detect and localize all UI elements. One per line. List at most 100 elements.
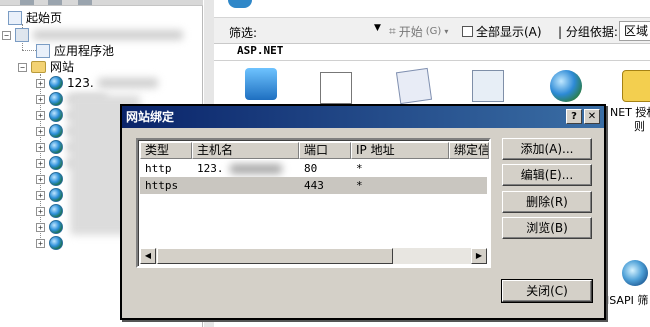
cell-port: 80 [304,162,318,175]
browse-button[interactable]: 浏览(B) [502,217,592,239]
expand-icon[interactable]: + [36,206,45,216]
globe-icon [49,140,63,154]
net-authorization-icon[interactable] [622,70,650,102]
cell-port: 443 [304,179,324,192]
tree-item-label: 应用程序池 [54,44,115,58]
globe-icon [49,172,63,186]
app-pool-icon [36,44,50,58]
expand-icon[interactable]: + [36,94,45,104]
scroll-right-button[interactable]: ▶ [471,248,487,264]
tree-item-site[interactable]: + [36,187,63,203]
expand-icon[interactable]: + [36,78,45,88]
column-type[interactable]: 类型 [140,142,192,159]
folder-icon[interactable] [48,0,62,5]
column-binding-info[interactable]: 绑定信 [449,142,489,159]
help-button[interactable]: ? [566,109,582,124]
net-compilation-icon[interactable] [245,68,277,100]
start-page-icon [8,11,22,25]
site-bindings-dialog: 网站绑定 ? ✕ 类型 主机名 端口 IP 地址 绑定信 http 123. 8… [120,104,606,320]
scroll-left-button[interactable]: ◀ [140,248,156,264]
feature-header [214,0,650,12]
show-all-button[interactable]: 全部显示(A) [462,23,542,40]
tree-toolbar [0,0,203,6]
section-title: ASP.NET [237,44,284,57]
close-button[interactable]: 关闭(C) [501,279,593,303]
globe-icon [49,236,63,250]
cell-ip: * [356,162,363,175]
start-filter-button[interactable]: ⌗ 开始 (G) ▾ [389,23,448,40]
section-divider [214,60,650,61]
collapse-icon[interactable]: − [18,62,27,72]
add-button[interactable]: 添加(A)... [502,138,592,160]
close-icon[interactable]: ✕ [584,109,600,124]
globe-icon [49,156,63,170]
tree-item-server[interactable]: − [2,27,183,43]
site-name-redacted [97,78,158,88]
cell-host: 123. [192,160,299,177]
tree-item-sites[interactable]: − 网站 [18,59,74,75]
remove-button[interactable]: 删除(R) [502,191,592,213]
expand-icon[interactable]: + [36,142,45,152]
expand-icon[interactable]: + [36,126,45,136]
binoculars-icon: ⌗ [389,24,396,38]
save-icon[interactable] [20,0,34,5]
cell-ip: * [356,179,363,192]
collapse-icon[interactable]: − [2,30,11,40]
dialog-title: 网站绑定 [126,110,175,124]
net-roles-icon[interactable] [550,70,582,102]
globe-icon [49,204,63,218]
isapi-filters-icon[interactable] [622,260,648,286]
group-by-select[interactable]: 区域 [619,21,650,41]
start-label: 开始 [398,25,423,39]
edit-button[interactable]: 编辑(E)... [502,164,592,186]
globe-icon [49,92,63,106]
tree-item-app-pools[interactable]: 应用程序池 [36,43,114,59]
chevron-down-icon[interactable]: ▼ [374,23,381,33]
table-row[interactable]: http 123. 80 * [140,160,449,177]
chevron-down-icon[interactable]: ▾ [444,27,448,36]
filter-label: 筛选: [229,26,258,40]
tree-item-site[interactable]: + 123. [36,75,158,91]
error-pages-icon[interactable] [320,72,352,104]
globe-icon [49,124,63,138]
column-ip[interactable]: IP 地址 [351,142,449,159]
expand-icon[interactable]: + [36,158,45,168]
expand-icon[interactable]: + [36,190,45,200]
tree-item-site[interactable]: + [36,235,63,251]
table-row[interactable]: https 443 * [140,177,487,194]
sites-folder-icon [31,61,46,73]
net-globalization-icon[interactable] [395,67,433,105]
globe-icon [49,188,63,202]
tree-item-site[interactable]: + [36,219,63,235]
dialog-titlebar[interactable]: 网站绑定 ? ✕ [122,106,604,128]
globe-icon [49,76,63,90]
bindings-list-header: 类型 主机名 端口 IP 地址 绑定信 [140,142,489,159]
filter-toolbar: 筛选: ▼ ⌗ 开始 (G) ▾ 全部显示(A) | 分组依据: 区域 [214,17,650,44]
globe-icon [228,0,252,8]
disconnect-icon[interactable] [78,0,92,5]
cell-host [192,177,299,194]
tree-item-start-page[interactable]: 起始页 [8,10,62,26]
bindings-list[interactable]: 类型 主机名 端口 IP 地址 绑定信 http 123. 80 * https… [136,138,491,268]
tree-item-site[interactable]: + [36,171,63,187]
expand-icon[interactable]: + [36,222,45,232]
group-by-label: | 分组依据: [558,25,618,39]
tree-item-label: 网站 [50,60,75,74]
net-profile-icon[interactable] [472,70,504,102]
horizontal-scrollbar[interactable]: ◀ ▶ [140,248,487,264]
tree-item-label: 123. [67,76,94,90]
expand-icon[interactable]: + [36,110,45,120]
isapi-filters-label: ISAPI 筛 [606,294,649,307]
filter-input[interactable] [269,21,379,41]
expand-icon[interactable]: + [36,174,45,184]
scroll-thumb[interactable] [157,248,393,264]
globe-icon [49,108,63,122]
expand-icon[interactable]: + [36,238,45,248]
globe-icon [49,220,63,234]
tree-line [22,50,36,51]
net-authorization-label-line2: 则 [634,120,645,133]
column-port[interactable]: 端口 [299,142,351,159]
column-host[interactable]: 主机名 [192,142,299,159]
show-all-icon [462,26,473,37]
tree-item-site[interactable]: + [36,203,63,219]
